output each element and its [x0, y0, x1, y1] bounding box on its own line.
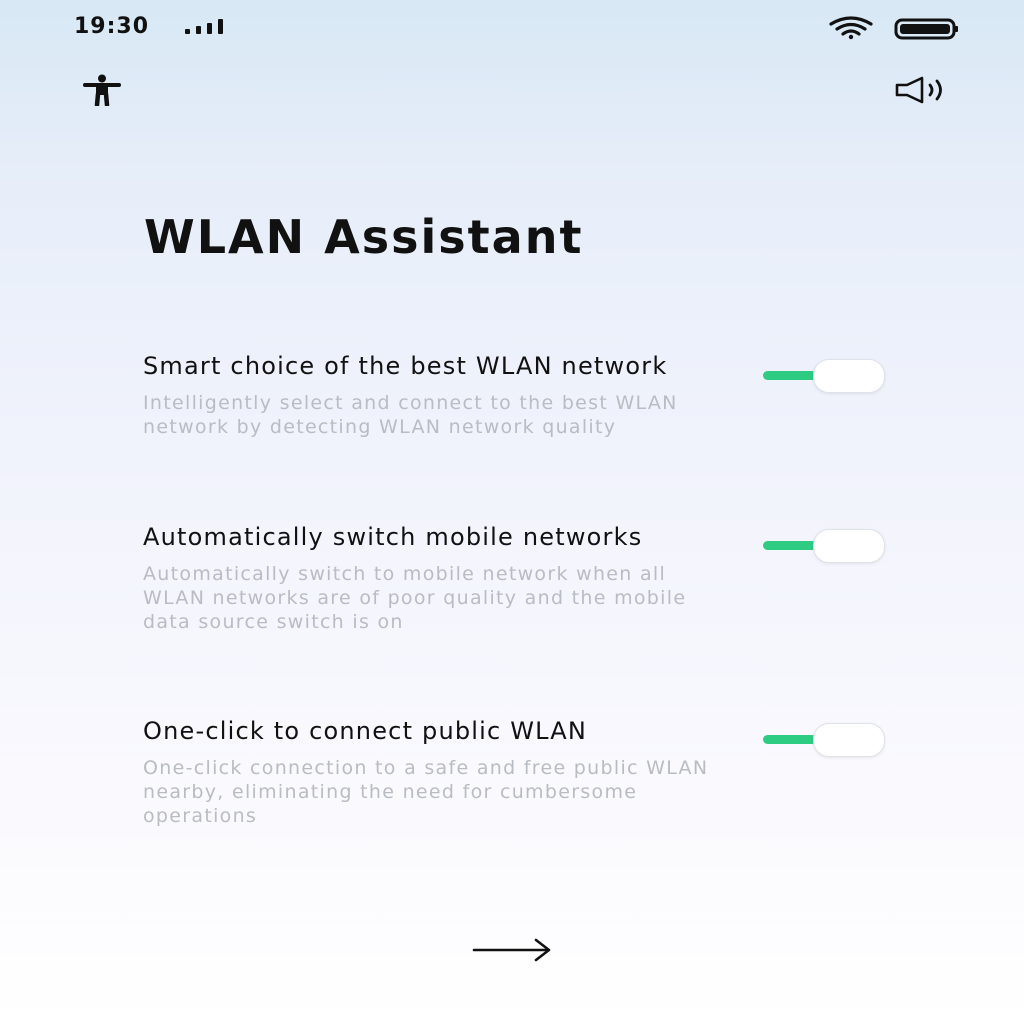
toggle-thumb [813, 359, 885, 393]
option-title: Automatically switch mobile networks [143, 523, 643, 551]
battery-icon [894, 18, 958, 40]
option-title: Smart choice of the best WLAN network [143, 352, 668, 380]
option-description: Intelligently select and connect to the … [143, 392, 678, 438]
auto-switch-toggle[interactable] [761, 529, 885, 565]
status-bar: 19:30 [0, 0, 1024, 56]
option-title: One-click to connect public WLAN [143, 717, 588, 745]
smart-choice-toggle[interactable] [761, 359, 885, 395]
signal-icon [185, 19, 223, 34]
arrow-right-icon [472, 938, 551, 962]
page-title: WLAN Assistant [144, 210, 584, 264]
accessibility-button[interactable] [80, 70, 124, 110]
wifi-icon [829, 16, 873, 40]
accessibility-icon [83, 74, 121, 106]
toggle-thumb [813, 529, 885, 563]
option-auto-switch: Automatically switch mobile networks Aut… [143, 523, 903, 634]
toggle-thumb [813, 723, 885, 757]
option-public-wlan: One-click to connect public WLAN One-cli… [143, 717, 903, 828]
option-description: Automatically switch to mobile network w… [143, 563, 687, 633]
next-button[interactable] [466, 930, 558, 970]
speaker-icon [895, 76, 942, 104]
status-time: 19:30 [74, 14, 150, 39]
public-wlan-toggle[interactable] [761, 723, 885, 759]
option-smart-choice: Smart choice of the best WLAN network In… [143, 352, 903, 439]
speaker-button[interactable] [892, 70, 954, 110]
option-description: One-click connection to a safe and free … [143, 757, 709, 827]
